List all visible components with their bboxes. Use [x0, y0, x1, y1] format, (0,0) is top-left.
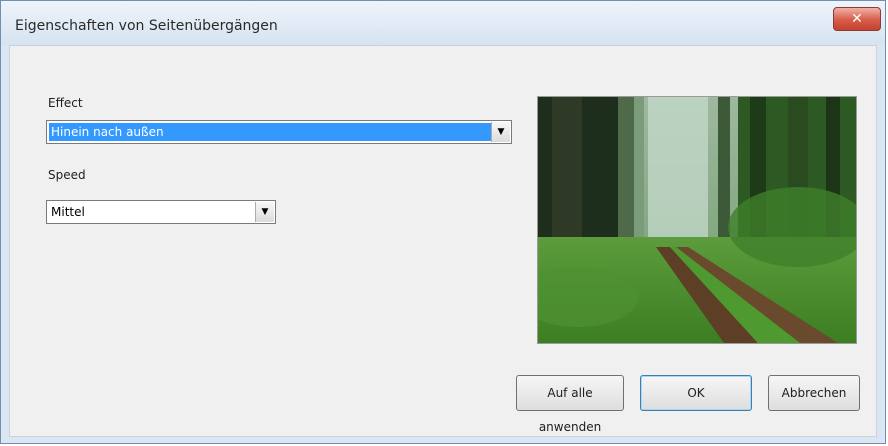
speed-label: Speed — [48, 168, 86, 182]
chevron-down-icon[interactable]: ▼ — [491, 122, 510, 142]
apply-to-all-button[interactable]: Auf alle anwenden — [516, 375, 624, 434]
cancel-button[interactable]: Abbrechen — [768, 375, 860, 411]
ok-button[interactable]: OK — [640, 375, 752, 411]
transition-preview — [537, 96, 857, 344]
speed-select[interactable]: Mittel ▼ — [46, 200, 276, 224]
close-button[interactable]: ✕ — [833, 7, 881, 31]
speed-select-value: Mittel — [51, 205, 85, 219]
effect-label: Effect — [48, 96, 83, 110]
dialog-body: Effect Hinein nach außen ▼ Speed Mittel … — [9, 45, 877, 437]
dialog-title: Eigenschaften von Seitenübergängen — [15, 18, 278, 34]
close-icon: ✕ — [851, 11, 863, 27]
chevron-down-icon[interactable]: ▼ — [255, 202, 274, 222]
forest-path-image — [538, 97, 856, 343]
effect-select[interactable]: Hinein nach außen ▼ — [46, 120, 512, 144]
effect-select-value: Hinein nach außen — [49, 123, 491, 141]
title-bar[interactable]: Eigenschaften von Seitenübergängen ✕ — [1, 1, 885, 45]
dialog-window: Eigenschaften von Seitenübergängen ✕ Eff… — [0, 0, 886, 444]
